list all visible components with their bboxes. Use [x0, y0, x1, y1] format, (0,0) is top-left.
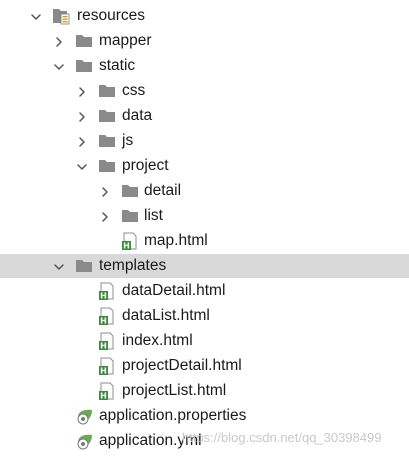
tree-item-label: dataList.html	[122, 307, 210, 324]
tree-item-projectlist-html[interactable]: HprojectList.html	[0, 379, 409, 403]
svg-text:H: H	[123, 242, 130, 251]
tree-item-label: project	[122, 157, 169, 174]
chevron-right-icon[interactable]	[99, 210, 111, 222]
tree-item-label: mapper	[99, 32, 152, 49]
chevron-right-icon[interactable]	[76, 85, 88, 97]
tree-item-mapper[interactable]: mapper	[0, 29, 409, 53]
tree-item-list[interactable]: list	[0, 204, 409, 228]
tree-item-projectdetail-html[interactable]: HprojectDetail.html	[0, 354, 409, 378]
folder-icon	[98, 107, 116, 125]
html-file-icon: H	[98, 282, 116, 301]
tree-item-label: index.html	[122, 332, 193, 349]
tree-item-map-html[interactable]: Hmap.html	[0, 229, 409, 253]
tree-item-label: projectDetail.html	[122, 357, 242, 374]
chevron-down-icon[interactable]	[30, 10, 42, 22]
html-file-icon: H	[98, 357, 116, 376]
tree-item-index-html[interactable]: Hindex.html	[0, 329, 409, 353]
tree-item-static[interactable]: static	[0, 54, 409, 78]
folder-icon	[98, 82, 116, 100]
tree-item-label: css	[122, 82, 146, 99]
svg-text:H: H	[100, 342, 107, 351]
folder-icon	[75, 32, 93, 50]
folder-icon	[121, 182, 139, 200]
tree-item-label: resources	[77, 7, 146, 24]
svg-text:H: H	[100, 392, 107, 401]
tree-item-label: dataDetail.html	[122, 282, 226, 299]
folder-icon	[121, 207, 139, 225]
tree-item-datadetail-html[interactable]: HdataDetail.html	[0, 279, 409, 303]
tree-item-css[interactable]: css	[0, 79, 409, 103]
html-file-icon: H	[121, 232, 139, 251]
tree-item-label: list	[144, 207, 163, 224]
tree-item-label: detail	[144, 182, 182, 199]
tree-item-js[interactable]: js	[0, 129, 409, 153]
spring-config-icon	[75, 432, 93, 450]
folder-icon	[98, 157, 116, 175]
tree-item-label: projectList.html	[122, 382, 227, 399]
chevron-right-icon[interactable]	[76, 135, 88, 147]
html-file-icon: H	[98, 332, 116, 351]
folder-icon	[75, 257, 93, 275]
tree-item-label: static	[99, 57, 136, 74]
svg-text:H: H	[100, 367, 107, 376]
chevron-down-icon[interactable]	[53, 260, 65, 272]
watermark: https://blog.csdn.net/qq_30398499	[182, 430, 382, 445]
chevron-right-icon[interactable]	[76, 110, 88, 122]
svg-text:H: H	[100, 292, 107, 301]
resources-folder-icon	[52, 7, 70, 25]
svg-text:H: H	[100, 317, 107, 326]
tree-item-label: application.properties	[99, 407, 247, 424]
tree-item-project[interactable]: project	[0, 154, 409, 178]
tree-item-datalist-html[interactable]: HdataList.html	[0, 304, 409, 328]
chevron-down-icon[interactable]	[53, 60, 65, 72]
chevron-right-icon[interactable]	[53, 35, 65, 47]
tree-item-label: js	[122, 132, 134, 149]
chevron-right-icon[interactable]	[99, 185, 111, 197]
tree-item-templates[interactable]: templates	[0, 254, 409, 278]
tree-item-data[interactable]: data	[0, 104, 409, 128]
tree-item-label: data	[122, 107, 153, 124]
html-file-icon: H	[98, 382, 116, 401]
spring-config-icon	[75, 407, 93, 425]
folder-icon	[75, 57, 93, 75]
html-file-icon: H	[98, 307, 116, 326]
tree-item-resources[interactable]: resources	[0, 4, 409, 28]
tree-item-application-properties[interactable]: application.properties	[0, 404, 409, 428]
tree-item-label: templates	[99, 257, 167, 274]
tree-item-label: map.html	[144, 232, 208, 249]
folder-icon	[98, 132, 116, 150]
tree-item-detail[interactable]: detail	[0, 179, 409, 203]
chevron-down-icon[interactable]	[76, 160, 88, 172]
